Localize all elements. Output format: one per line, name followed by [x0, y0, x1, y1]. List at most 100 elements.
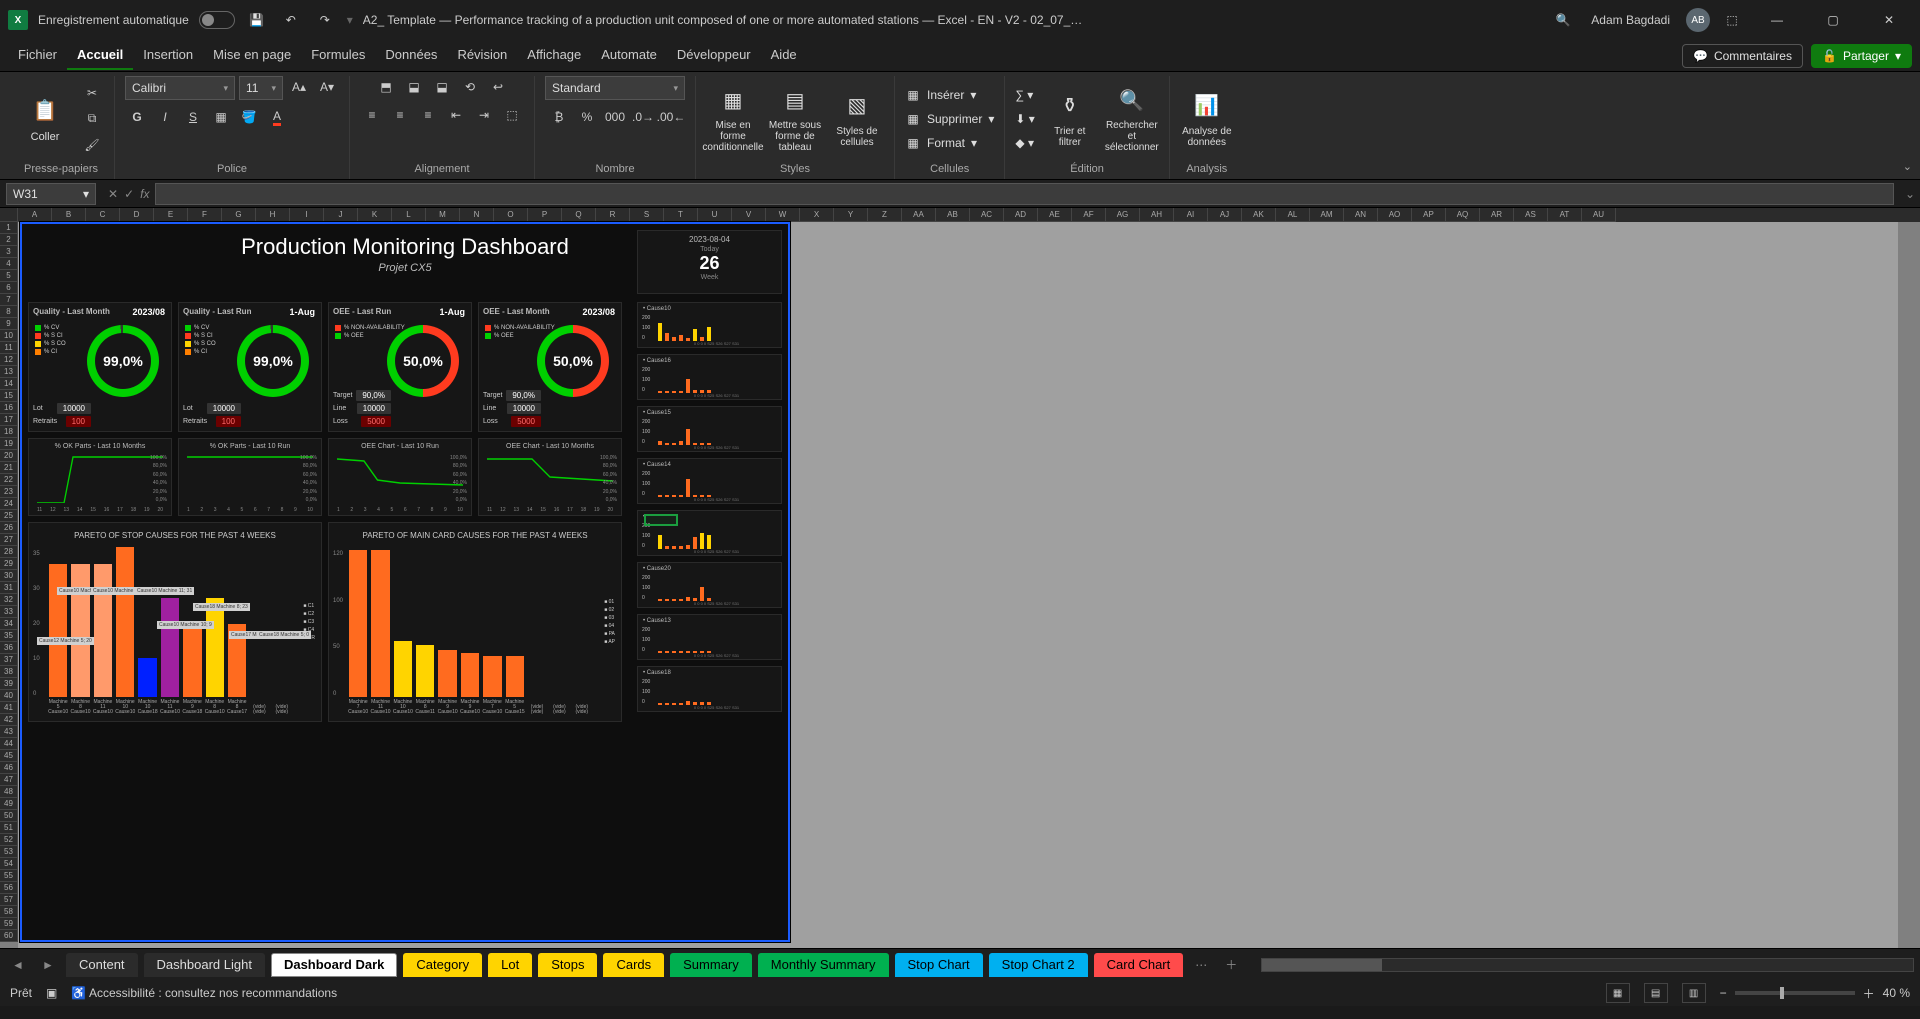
tab-menu[interactable]: ⋯	[1189, 953, 1213, 977]
menu-fichier[interactable]: Fichier	[8, 41, 67, 70]
autosave-toggle[interactable]	[199, 11, 235, 29]
formula-input[interactable]	[155, 183, 1894, 205]
minimize-button[interactable]: —	[1754, 4, 1800, 36]
borders-icon[interactable]: ▦	[209, 106, 233, 128]
save-icon[interactable]: 💾	[245, 8, 269, 32]
italic-icon[interactable]: I	[153, 106, 177, 128]
sheet-tab-cards[interactable]: Cards	[603, 953, 664, 977]
collapse-ribbon-icon[interactable]: ⌄	[1903, 160, 1912, 173]
menu-automate[interactable]: Automate	[591, 41, 667, 70]
sheet-tab-stops[interactable]: Stops	[538, 953, 597, 977]
enter-fx-icon[interactable]: ✓	[124, 187, 134, 201]
menu-données[interactable]: Données	[375, 41, 447, 70]
font-name-combo[interactable]: Calibri▾	[125, 76, 235, 100]
zoom-slider[interactable]	[1735, 991, 1855, 995]
format-table-button[interactable]: ▤Mettre sous forme de tableau	[768, 84, 822, 154]
new-sheet-button[interactable]: ＋	[1219, 953, 1243, 977]
paste-button[interactable]: 📋Coller	[18, 84, 72, 154]
align-left-icon[interactable]: ≡	[360, 104, 384, 126]
tab-nav-next[interactable]: ►	[36, 953, 60, 977]
underline-icon[interactable]: S	[181, 106, 205, 128]
align-right-icon[interactable]: ≡	[416, 104, 440, 126]
expand-fx-icon[interactable]: ⌄	[1900, 187, 1920, 201]
autosum-icon[interactable]: ∑ ▾	[1015, 84, 1034, 106]
currency-icon[interactable]: ₿	[547, 106, 571, 128]
menu-révision[interactable]: Révision	[447, 41, 517, 70]
sheet-tab-stop-chart-2[interactable]: Stop Chart 2	[989, 953, 1088, 977]
analyze-data-button[interactable]: 📊Analyse de données	[1180, 84, 1234, 154]
tab-nav-prev[interactable]: ◄	[6, 953, 30, 977]
menu-aide[interactable]: Aide	[761, 41, 807, 70]
align-bottom-icon[interactable]: ⬓	[430, 76, 454, 98]
clear-icon[interactable]: ◆ ▾	[1015, 132, 1034, 154]
sheet-tab-stop-chart[interactable]: Stop Chart	[895, 953, 983, 977]
sheet-tab-dashboard-dark[interactable]: Dashboard Dark	[271, 953, 397, 977]
sheet-tab-monthly-summary[interactable]: Monthly Summary	[758, 953, 889, 977]
zoom-in-button[interactable]: ＋	[1863, 985, 1875, 1002]
decrease-decimal-icon[interactable]: .00←	[659, 106, 683, 128]
format-cells-button[interactable]: ▦Format ▾	[905, 132, 994, 154]
comments-button[interactable]: 💬 Commentaires	[1682, 44, 1803, 68]
menu-insertion[interactable]: Insertion	[133, 41, 203, 70]
menu-affichage[interactable]: Affichage	[517, 41, 591, 70]
fill-icon[interactable]: ⬇ ▾	[1015, 108, 1034, 130]
comma-icon[interactable]: 000	[603, 106, 627, 128]
decrease-font-icon[interactable]: A▾	[315, 76, 339, 98]
align-center-icon[interactable]: ≡	[388, 104, 412, 126]
view-page-break-icon[interactable]: ▥	[1682, 983, 1706, 1003]
conditional-format-button[interactable]: ▦Mise en forme conditionnelle	[706, 84, 760, 154]
fx-icon[interactable]: fx	[140, 187, 149, 201]
wrap-text-icon[interactable]: ↩	[486, 76, 510, 98]
sheet-tab-summary[interactable]: Summary	[670, 953, 752, 977]
zoom-out-button[interactable]: −	[1720, 986, 1727, 1000]
increase-decimal-icon[interactable]: .0→	[631, 106, 655, 128]
undo-icon[interactable]: ↶	[279, 8, 303, 32]
horizontal-scrollbar[interactable]	[1261, 958, 1914, 972]
menu-développeur[interactable]: Développeur	[667, 41, 761, 70]
insert-cells-button[interactable]: ▦Insérer ▾	[905, 84, 994, 106]
maximize-button[interactable]: ▢	[1810, 4, 1856, 36]
close-button[interactable]: ✕	[1866, 4, 1912, 36]
orientation-icon[interactable]: ⟲	[458, 76, 482, 98]
sheet-tab-category[interactable]: Category	[403, 953, 482, 977]
indent-increase-icon[interactable]: ⇥	[472, 104, 496, 126]
percent-icon[interactable]: %	[575, 106, 599, 128]
macros-icon[interactable]: ▣	[46, 986, 57, 1000]
sheet-tab-card-chart[interactable]: Card Chart	[1094, 953, 1184, 977]
font-color-icon[interactable]: A	[265, 106, 289, 128]
name-box[interactable]: W31▾	[6, 183, 96, 205]
format-painter-icon[interactable]: 🖌	[80, 134, 104, 156]
avatar[interactable]: AB	[1686, 8, 1710, 32]
sheet-tab-dashboard-light[interactable]: Dashboard Light	[144, 953, 265, 977]
zoom-level[interactable]: 40 %	[1883, 986, 1910, 1000]
font-size-combo[interactable]: 11▾	[239, 76, 283, 100]
cancel-fx-icon[interactable]: ✕	[108, 187, 118, 201]
view-page-layout-icon[interactable]: ▤	[1644, 983, 1668, 1003]
search-icon[interactable]: 🔍	[1551, 8, 1575, 32]
increase-font-icon[interactable]: A▴	[287, 76, 311, 98]
number-format-combo[interactable]: Standard▾	[545, 76, 685, 100]
align-middle-icon[interactable]: ⬓	[402, 76, 426, 98]
worksheet-area[interactable]: ABCDEFGHIJKLMNOPQRSTUVWXYZAAABACADAEAFAG…	[0, 208, 1920, 948]
menu-mise en page[interactable]: Mise en page	[203, 41, 301, 70]
indent-decrease-icon[interactable]: ⇤	[444, 104, 468, 126]
bold-icon[interactable]: G	[125, 106, 149, 128]
cell-styles-button[interactable]: ▧Styles de cellules	[830, 84, 884, 154]
ribbon-mode-icon[interactable]: ⬚	[1720, 8, 1744, 32]
menu-formules[interactable]: Formules	[301, 41, 375, 70]
sheet-tab-content[interactable]: Content	[66, 953, 138, 977]
fill-color-icon[interactable]: 🪣	[237, 106, 261, 128]
a11y-status[interactable]: ♿ Accessibilité : consultez nos recomman…	[71, 986, 337, 1000]
share-button[interactable]: 🔓 Partager ▾	[1811, 44, 1912, 68]
sheet-tab-lot[interactable]: Lot	[488, 953, 532, 977]
delete-cells-button[interactable]: ▦Supprimer ▾	[905, 108, 994, 130]
find-select-button[interactable]: 🔍Rechercher et sélectionner	[1105, 84, 1159, 154]
redo-icon[interactable]: ↷	[313, 8, 337, 32]
align-top-icon[interactable]: ⬒	[374, 76, 398, 98]
cut-icon[interactable]: ✂	[80, 82, 104, 104]
merge-icon[interactable]: ⬚	[500, 104, 524, 126]
sort-filter-button[interactable]: ⚱Trier et filtrer	[1043, 84, 1097, 154]
copy-icon[interactable]: ⧉	[80, 108, 104, 130]
view-normal-icon[interactable]: ▦	[1606, 983, 1630, 1003]
menu-accueil[interactable]: Accueil	[67, 41, 133, 70]
